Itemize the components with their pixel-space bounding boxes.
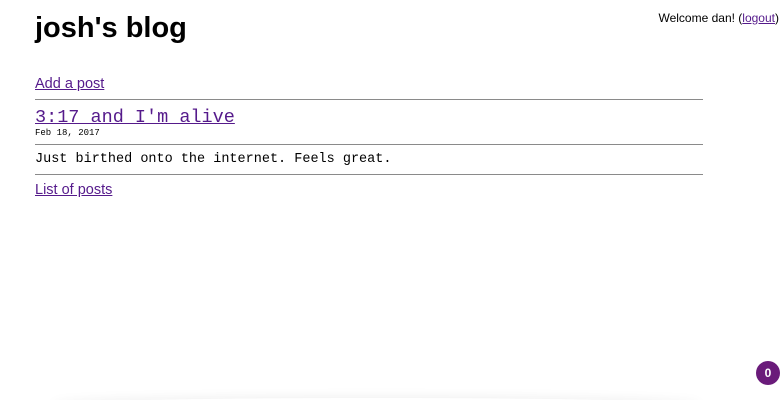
divider xyxy=(35,174,703,175)
divider xyxy=(35,144,703,145)
list-of-posts-link[interactable]: List of posts xyxy=(35,182,112,199)
notification-count-badge[interactable]: 0 xyxy=(756,361,780,385)
welcome-text: Welcome dan! ( xyxy=(658,11,743,25)
post-body: Just birthed onto the internet. Feels gr… xyxy=(35,152,392,167)
welcome-message: Welcome dan! (logout) xyxy=(658,11,779,26)
add-post-link[interactable]: Add a post xyxy=(35,76,104,93)
post-date: Feb 18, 2017 xyxy=(35,128,100,138)
divider xyxy=(35,99,703,100)
welcome-close-paren: ) xyxy=(775,11,779,25)
logout-link[interactable]: logout xyxy=(742,11,775,25)
blog-title: josh's blog xyxy=(35,12,187,44)
post-title-link[interactable]: 3:17 and I'm alive xyxy=(35,107,235,129)
